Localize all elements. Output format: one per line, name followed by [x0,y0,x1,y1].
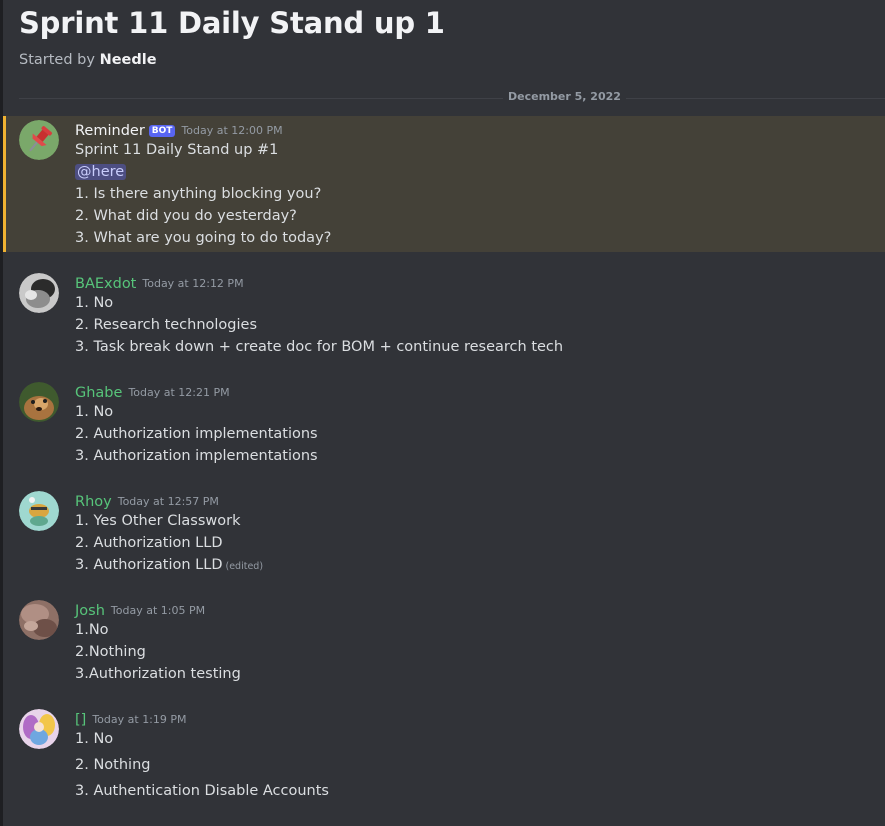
message-reminder[interactable]: Reminder BOT Today at 12:00 PM Sprint 11 D… [3,116,885,252]
timestamp[interactable]: Today at 12:00 PM [181,124,282,137]
timestamp[interactable]: Today at 12:12 PM [142,277,243,290]
avatar[interactable] [19,600,59,640]
message-line: 3. Task break down + create doc for BOM … [75,339,564,355]
date-divider [19,98,885,99]
message-line: 1. No [75,404,114,420]
username[interactable]: Reminder [75,123,145,139]
username[interactable]: BAExdot [75,276,136,292]
edited-label: (edited) [225,561,264,572]
message-line: 3. Authorization LLD (edited) [75,557,263,573]
message-header: Reminder BOT Today at 12:00 PM [75,120,283,139]
message-line: 2. Authorization implementations [75,426,318,442]
here-mention[interactable]: @here [75,164,127,180]
message-line: 1. Yes Other Classwork [75,513,241,529]
thread-starter: Started by Needle [19,52,157,68]
message-line: 3. Authorization implementations [75,448,318,464]
thread-title: Sprint 11 Daily Stand up 1 [19,6,445,40]
username[interactable]: Ghabe [75,385,122,401]
message-line: 3.Authorization testing [75,666,241,682]
message-line: 2. Research technologies [75,317,258,333]
avatar[interactable] [19,491,59,531]
message-line: 1. No [75,731,114,747]
message-line: 1. No [75,295,114,311]
message-line: 3. What are you going to do today? [75,230,332,246]
message-line: 2. What did you do yesterday? [75,208,297,224]
message-header: Rhoy Today at 12:57 PM [75,491,219,510]
message-header: BAExdot Today at 12:12 PM [75,273,244,292]
avatar[interactable] [19,709,59,749]
message-line: 3. Authentication Disable Accounts [75,783,329,799]
timestamp[interactable]: Today at 1:05 PM [111,604,205,617]
bot-tag: BOT [148,125,176,137]
avatar[interactable] [19,382,59,422]
message-line: @here [75,164,127,180]
timestamp[interactable]: Today at 12:57 PM [118,495,219,508]
message-header: Josh Today at 1:05 PM [75,600,205,619]
message-line: 2. Nothing [75,757,151,773]
message-rhoy[interactable]: Rhoy Today at 12:57 PM 1. Yes Other Class… [3,488,885,580]
message-header: [] Today at 1:19 PM [75,709,187,728]
starter-username[interactable]: Needle [100,52,157,68]
message-ghabe[interactable]: Ghabe Today at 12:21 PM 1. No 2. Authoriz… [3,379,885,471]
message-baexdot[interactable]: BAExdot Today at 12:12 PM 1. No 2. Resear… [3,270,885,362]
message-line: 2. Authorization LLD [75,535,223,551]
message-line: 1. Is there anything blocking you? [75,186,322,202]
username[interactable]: Josh [75,603,105,619]
date-divider-label: December 5, 2022 [503,90,626,103]
username[interactable]: Rhoy [75,494,112,510]
message-line-text: 3. Authorization LLD [75,557,223,573]
message-line: 2.Nothing [75,644,146,660]
username[interactable]: [] [75,712,86,728]
timestamp[interactable]: Today at 12:21 PM [128,386,229,399]
message-brackets[interactable]: [] Today at 1:19 PM 1. No 2. Nothing 3. A… [3,706,885,806]
started-by-prefix: Started by [19,52,100,68]
avatar-pushpin-icon[interactable] [19,120,59,160]
message-header: Ghabe Today at 12:21 PM [75,382,230,401]
message-josh[interactable]: Josh Today at 1:05 PM 1.No 2.Nothing 3.Au… [3,597,885,689]
timestamp[interactable]: Today at 1:19 PM [92,713,186,726]
avatar[interactable] [19,273,59,313]
message-line: Sprint 11 Daily Stand up #1 [75,142,279,158]
message-line: 1.No [75,622,109,638]
